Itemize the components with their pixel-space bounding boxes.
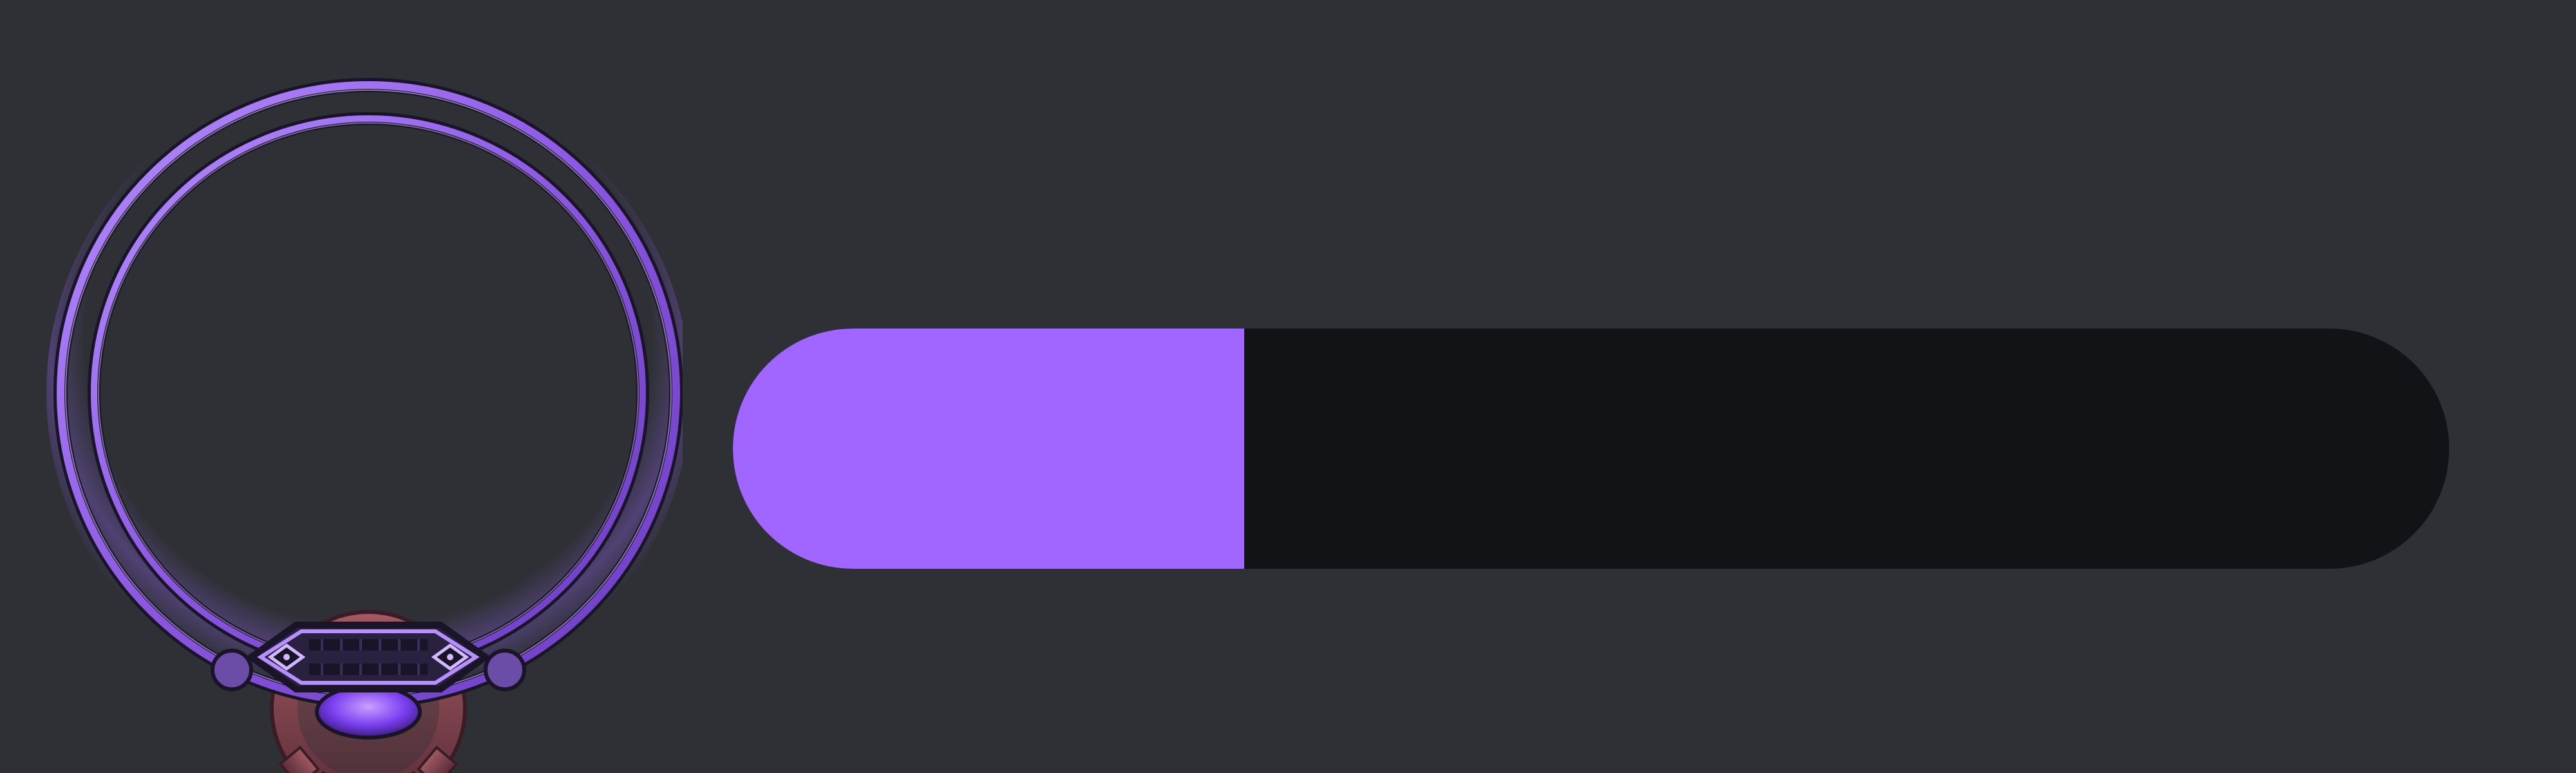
avatar-frame: [39, 58, 683, 773]
canvas: [0, 0, 2576, 773]
gem-icon: [315, 684, 422, 740]
progress-bar-fill: [733, 329, 1245, 569]
progress-bar-track: [733, 329, 2449, 569]
avatar-frame-icon: [46, 71, 683, 773]
emblem-plate-icon: [245, 622, 491, 692]
